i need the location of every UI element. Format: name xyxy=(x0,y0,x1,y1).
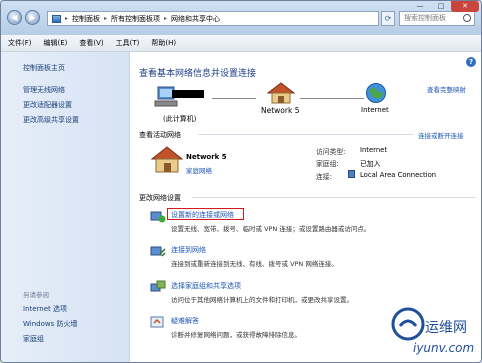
access-type-key: 访问类型: xyxy=(316,148,346,156)
lan-adapter-icon xyxy=(348,170,355,178)
sidebar-item-firewall[interactable]: Windows 防火墙 xyxy=(23,319,77,329)
sidebar: 控制面板主页 管理无线网络 更改适配器设置 更改高级共享设置 另请参阅 Inte… xyxy=(1,52,130,362)
breadcrumb-all-items[interactable]: 所有控制面板项 xyxy=(111,14,160,24)
full-map-link[interactable]: 查看完整映射 xyxy=(427,84,466,94)
setup-connection-icon xyxy=(150,211,166,223)
window-controls: — □ ✕ xyxy=(409,1,479,12)
computer-name-redaction xyxy=(172,90,204,98)
homegroup-sharing-icon xyxy=(150,280,166,292)
network-name: Network 5 xyxy=(261,106,300,115)
menu-help[interactable]: 帮助(H) xyxy=(151,38,176,48)
homegroup-options-link[interactable]: 选择家庭组和共享选项 xyxy=(171,281,241,291)
access-type-value: Internet xyxy=(360,146,387,154)
sidebar-item-adapter-settings[interactable]: 更改适配器设置 xyxy=(23,100,72,110)
connect-disconnect-link[interactable]: 连接或断开连接 xyxy=(418,130,464,140)
close-button[interactable]: ✕ xyxy=(451,1,479,12)
watermark-domain: iyunv.com xyxy=(413,341,474,355)
menu-file[interactable]: 文件(F) xyxy=(8,38,32,48)
setup-new-connection-link[interactable]: 设置新的连接或网络 xyxy=(171,210,234,220)
connect-to-network-desc: 连接到或重新连接到无线、有线、拨号或 VPN 网络连接。 xyxy=(171,260,338,268)
search-icon xyxy=(463,14,471,22)
maximize-button[interactable]: □ xyxy=(431,1,451,12)
home-network-icon xyxy=(267,82,295,104)
setup-new-connection-desc: 设置无线、宽带、拨号、临时或 VPN 连接；或设置路由器或访问点。 xyxy=(171,225,371,233)
menu-tools[interactable]: 工具(T) xyxy=(116,38,140,48)
network-sharing-center-window: ◀ ▶ ▸ 控制面板 ▸ 所有控制面板项 ▸ 网络和共享中心 ⟳ 搜索控制面板 … xyxy=(0,0,482,363)
network-type-link[interactable]: 家庭网络 xyxy=(186,165,212,175)
connections-key: 连接: xyxy=(316,173,332,181)
connect-to-network-link[interactable]: 连接到网络 xyxy=(171,245,206,255)
homegroup-value-link[interactable]: 已加入 xyxy=(360,158,380,168)
page-title: 查看基本网络信息并设置连接 xyxy=(139,69,257,79)
active-network-heading: 查看活动网络 xyxy=(139,131,181,139)
connection-line-1 xyxy=(212,98,256,99)
see-also-heading: 另请参阅 xyxy=(23,291,49,299)
address-bar[interactable]: ▸ 控制面板 ▸ 所有控制面板项 ▸ 网络和共享中心 xyxy=(47,11,379,26)
breadcrumb-network-center[interactable]: 网络和共享中心 xyxy=(171,14,220,24)
computer-caption: (此计算机) xyxy=(163,115,197,123)
home-network-large-icon xyxy=(151,146,183,173)
sidebar-item-internet-options[interactable]: Internet 选项 xyxy=(23,304,67,314)
troubleshoot-icon xyxy=(150,316,164,328)
change-settings-heading: 更改网络设置 xyxy=(139,194,181,202)
connection-line-2 xyxy=(300,98,364,99)
computer-icon xyxy=(154,86,178,107)
local-area-connection-link[interactable]: Local Area Connection xyxy=(360,171,436,179)
internet-label: Internet xyxy=(361,106,389,114)
active-network-name: Network 5 xyxy=(186,153,227,161)
troubleshoot-link[interactable]: 疑难解答 xyxy=(171,316,199,326)
sidebar-item-manage-wireless[interactable]: 管理无线网络 xyxy=(23,85,65,95)
sidebar-item-advanced-sharing[interactable]: 更改高级共享设置 xyxy=(23,115,79,125)
internet-globe-icon xyxy=(366,83,386,103)
watermark-logo: 运维网 iyunv.com xyxy=(391,307,474,355)
divider xyxy=(198,134,414,135)
divider xyxy=(192,197,476,198)
homegroup-options-desc: 访问位于其他网络计算机上的文件和打印机，或更改共享设置。 xyxy=(171,296,353,304)
refresh-icon[interactable]: ⟳ xyxy=(381,11,395,26)
menu-edit[interactable]: 编辑(E) xyxy=(44,38,68,48)
connect-network-icon xyxy=(150,246,166,257)
minimize-button[interactable]: — xyxy=(409,1,431,12)
control-panel-icon xyxy=(52,14,61,23)
menu-bar: 文件(F) 编辑(E) 查看(V) 工具(T) 帮助(H) xyxy=(1,35,481,52)
sidebar-item-homegroup[interactable]: 家庭组 xyxy=(23,334,44,344)
title-bar: ◀ ▶ ▸ 控制面板 ▸ 所有控制面板项 ▸ 网络和共享中心 ⟳ 搜索控制面板 … xyxy=(1,1,481,35)
search-input[interactable]: 搜索控制面板 xyxy=(399,11,475,26)
homegroup-key: 家庭组: xyxy=(316,160,339,168)
help-icon[interactable]: ? xyxy=(466,57,476,67)
troubleshoot-desc: 诊断并修复网络问题，或获得故障排除信息。 xyxy=(171,331,301,339)
forward-button[interactable]: ▶ xyxy=(25,10,40,25)
sidebar-item-control-panel-home[interactable]: 控制面板主页 xyxy=(23,63,65,73)
breadcrumb-control-panel[interactable]: 控制面板 xyxy=(72,14,100,24)
menu-view[interactable]: 查看(V) xyxy=(79,38,103,48)
watermark-brand: 运维网 xyxy=(425,320,467,336)
back-button[interactable]: ◀ xyxy=(7,10,22,25)
